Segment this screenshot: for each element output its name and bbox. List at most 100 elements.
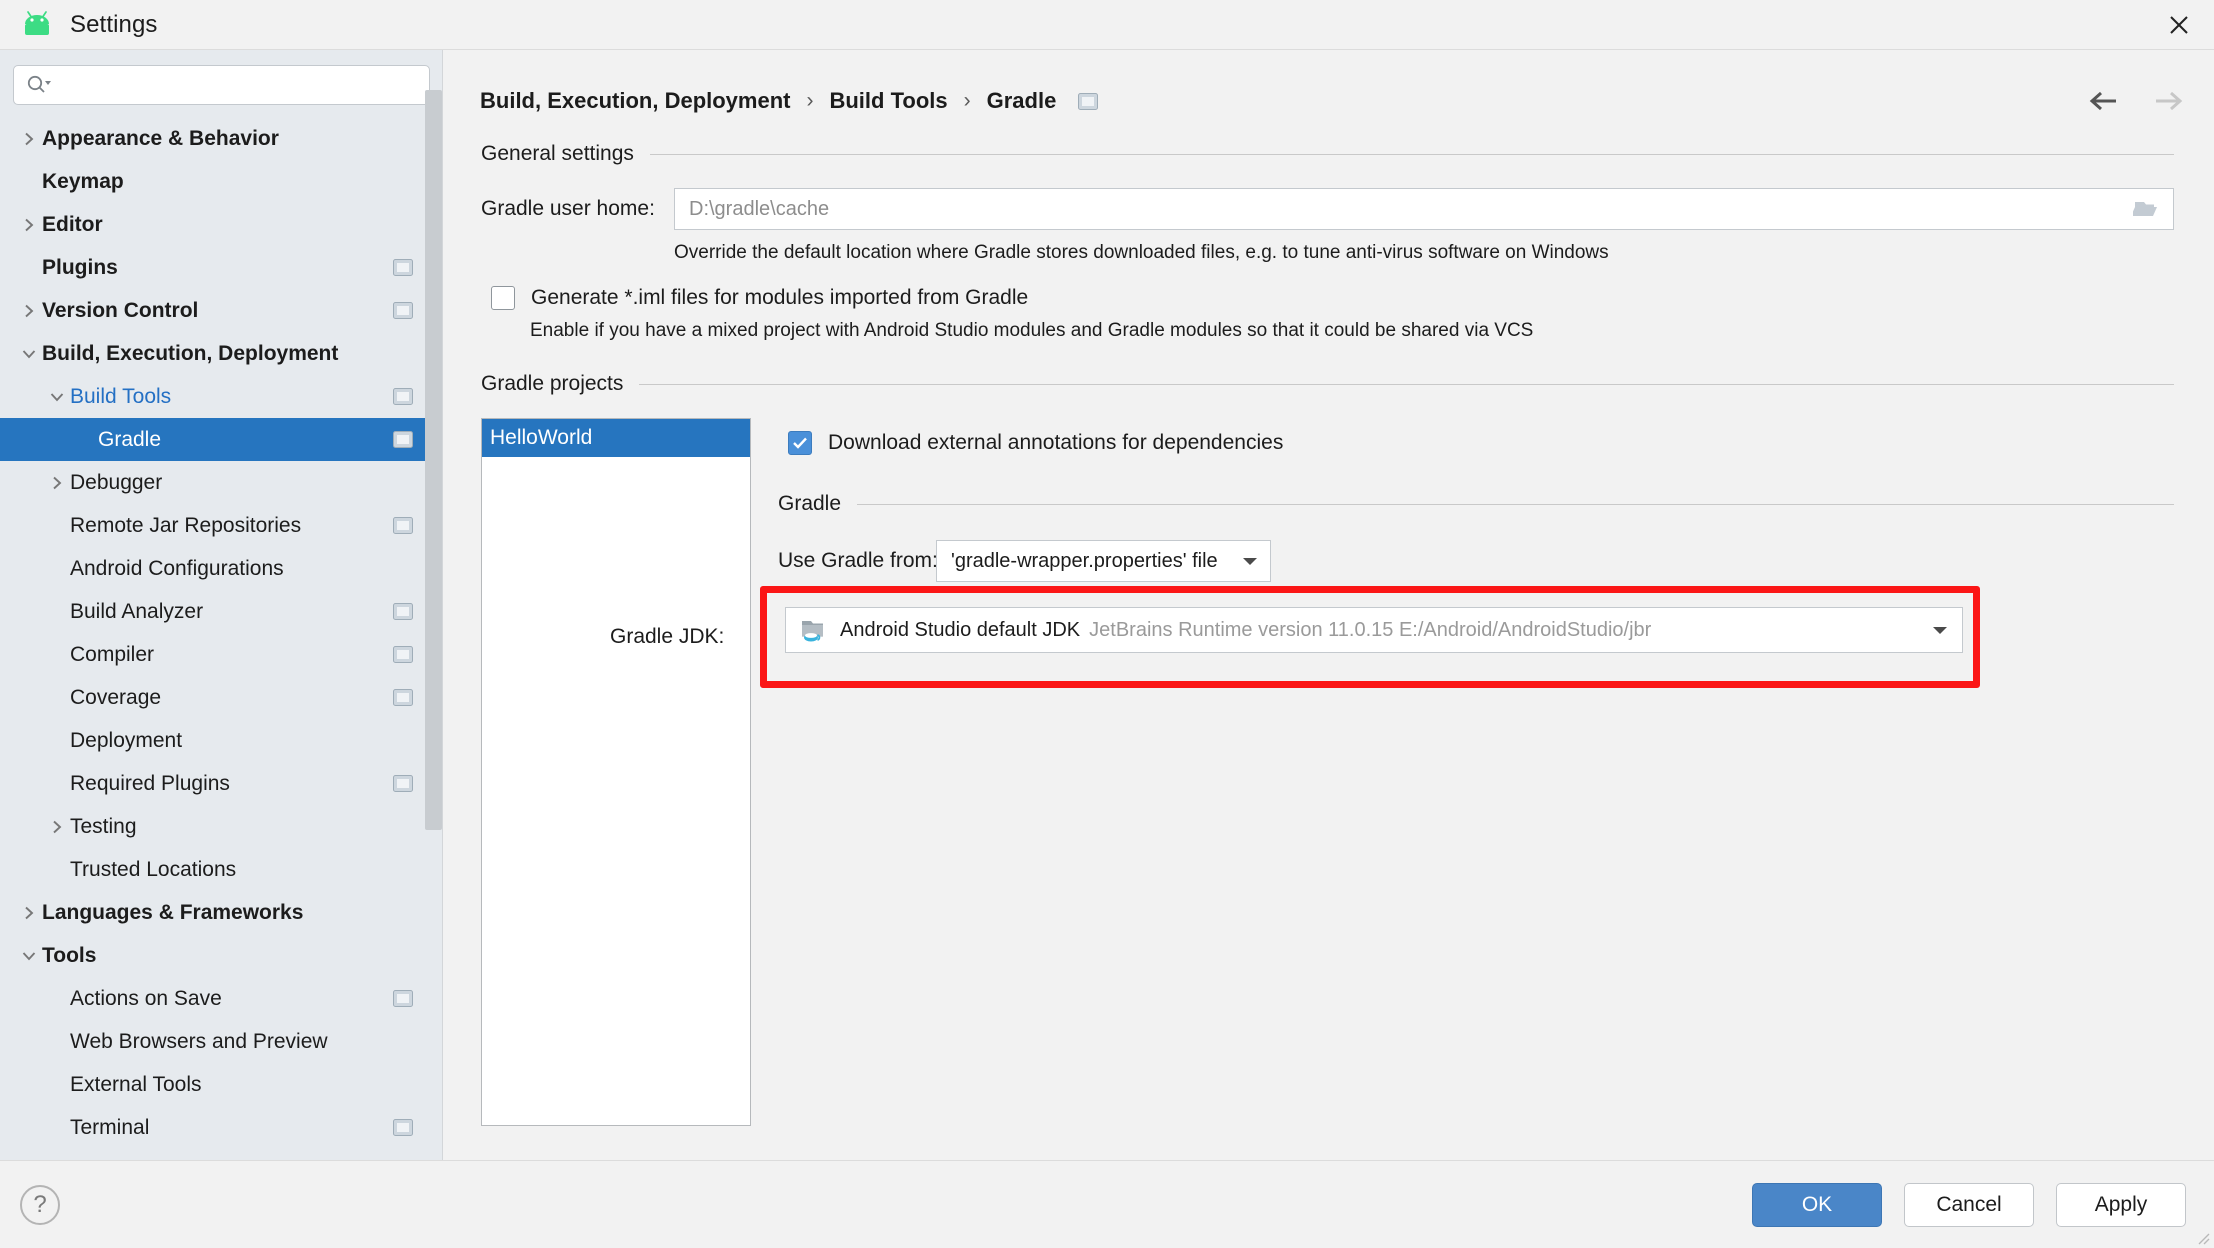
breadcrumb-part-1[interactable]: Build Tools — [829, 88, 947, 114]
search-input[interactable] — [52, 66, 417, 104]
breadcrumb-part-2[interactable]: Gradle — [987, 88, 1057, 114]
search-box[interactable] — [13, 65, 430, 105]
generate-iml-label: Generate *.iml files for modules importe… — [531, 286, 1029, 309]
download-annotations-row[interactable]: Download external annotations for depend… — [778, 431, 2174, 455]
arrow-right-icon[interactable] — [2150, 88, 2184, 114]
breadcrumb-part-0[interactable]: Build, Execution, Deployment — [480, 88, 790, 114]
chevron-right-icon[interactable] — [16, 905, 42, 921]
list-item[interactable]: HelloWorld — [482, 419, 750, 457]
sidebar-item-label: Compiler — [70, 642, 155, 666]
sidebar-item-compiler[interactable]: Compiler — [0, 633, 443, 676]
gradle-projects-group-header: Gradle projects — [481, 372, 2174, 396]
sidebar-item-label: Debugger — [70, 470, 163, 494]
sidebar-item-required-plugins[interactable]: Required Plugins — [0, 762, 443, 805]
android-robot-icon — [20, 8, 54, 42]
sidebar-item-web-browsers-and-preview[interactable]: Web Browsers and Preview — [0, 1020, 443, 1063]
sidebar-item-deployment[interactable]: Deployment — [0, 719, 443, 762]
gradle-subsection-header: Gradle — [778, 492, 2174, 516]
gradle-jdk-dropdown[interactable]: Android Studio default JDK JetBrains Run… — [785, 607, 1963, 653]
chevron-down-icon[interactable] — [16, 948, 42, 964]
sidebar-item-label: Build Tools — [70, 384, 172, 408]
gradle-user-home-placeholder: D:\gradle\cache — [689, 197, 830, 220]
sidebar-item-appearance-behavior[interactable]: Appearance & Behavior — [0, 117, 443, 160]
sidebar-item-remote-jar-repositories[interactable]: Remote Jar Repositories — [0, 504, 443, 547]
sidebar-item-label: Keymap — [42, 169, 124, 193]
gradle-project-detail: Download external annotations for depend… — [610, 418, 2174, 1126]
dialog-footer: ? OK Cancel Apply — [0, 1160, 2214, 1248]
sidebar-scrollbar-thumb[interactable] — [425, 90, 442, 830]
use-gradle-from-row: Use Gradle from: 'gradle-wrapper.propert… — [778, 540, 2174, 582]
sidebar-item-gradle[interactable]: Gradle — [0, 418, 443, 461]
sidebar-item-tools[interactable]: Tools — [0, 934, 443, 977]
sidebar-item-build-analyzer[interactable]: Build Analyzer — [0, 590, 443, 633]
chevron-down-icon[interactable] — [1218, 555, 1260, 567]
sidebar-item-keymap[interactable]: Keymap — [0, 160, 443, 203]
apply-button[interactable]: Apply — [2056, 1182, 2186, 1227]
folder-open-icon[interactable] — [2131, 197, 2161, 221]
group-rule — [639, 383, 2174, 385]
apply-label: Apply — [2094, 1192, 2148, 1216]
sidebar-item-external-tools[interactable]: External Tools — [0, 1063, 443, 1106]
chevron-right-icon[interactable] — [44, 475, 70, 491]
sidebar-item-testing[interactable]: Testing — [0, 805, 443, 848]
use-gradle-from-dropdown[interactable]: 'gradle-wrapper.properties' file — [936, 540, 1271, 582]
sidebar-item-label: Languages & Frameworks — [42, 900, 304, 924]
sidebar-item-android-configurations[interactable]: Android Configurations — [0, 547, 443, 590]
sidebar-item-terminal[interactable]: Terminal — [0, 1106, 443, 1149]
close-icon[interactable] — [2144, 0, 2214, 50]
sidebar-item-languages-frameworks[interactable]: Languages & Frameworks — [0, 891, 443, 934]
download-annotations-label: Download external annotations for depend… — [828, 431, 1284, 454]
chevron-down-icon[interactable] — [1930, 624, 1950, 636]
gradle-user-home-label: Gradle user home: — [481, 197, 655, 220]
gradle-project-list[interactable]: HelloWorld — [481, 418, 751, 1126]
ok-label: OK — [1801, 1192, 1833, 1216]
sidebar-item-label: Actions on Save — [70, 986, 222, 1010]
generate-iml-checkbox[interactable] — [491, 286, 515, 310]
help-button[interactable]: ? — [20, 1184, 60, 1225]
group-rule — [649, 153, 2174, 155]
general-settings-group-header: General settings — [481, 142, 2174, 166]
generate-iml-row[interactable]: Generate *.iml files for modules importe… — [481, 286, 2174, 310]
arrow-left-icon[interactable] — [2088, 88, 2122, 114]
gradle-projects-title: Gradle projects — [481, 372, 624, 395]
breadcrumb: Build, Execution, Deployment › Build Too… — [443, 72, 2214, 130]
sidebar-item-label: Terminal — [70, 1115, 150, 1139]
settings-main-panel: Build, Execution, Deployment › Build Too… — [443, 50, 2214, 1160]
gradle-user-home-hint: Override the default location where Grad… — [674, 242, 1609, 263]
ok-button[interactable]: OK — [1752, 1182, 1882, 1227]
gradle-jdk-highlight-box: Gradle JDK: Android Studio default JDK J… — [610, 586, 1980, 688]
project-settings-badge-icon — [1078, 92, 1099, 110]
sidebar-item-plugins[interactable]: Plugins — [0, 246, 443, 289]
dialog-body: Appearance & Behavior Keymap Editor Plugins… — [0, 50, 2214, 1160]
sidebar-item-label: Deployment — [70, 728, 183, 752]
chevron-down-icon[interactable] — [16, 346, 42, 362]
window-title: Settings — [70, 10, 158, 38]
chevron-right-icon[interactable] — [16, 131, 42, 147]
chevron-right-icon[interactable] — [44, 819, 70, 835]
sidebar-item-trusted-locations[interactable]: Trusted Locations — [0, 848, 443, 891]
cancel-button[interactable]: Cancel — [1904, 1182, 2034, 1227]
sidebar-item-build-tools[interactable]: Build Tools — [0, 375, 443, 418]
sidebar-search-wrap — [0, 50, 443, 105]
sidebar-item-editor[interactable]: Editor — [0, 203, 443, 246]
sidebar-item-label: Build, Execution, Deployment — [42, 341, 339, 365]
chevron-right-icon[interactable] — [16, 303, 42, 319]
sidebar-item-version-control[interactable]: Version Control — [0, 289, 443, 332]
download-annotations-checkbox[interactable] — [788, 431, 812, 455]
project-settings-badge-icon — [393, 517, 413, 534]
sidebar-item-actions-on-save[interactable]: Actions on Save — [0, 977, 443, 1020]
gradle-user-home-input[interactable]: D:\gradle\cache — [674, 188, 2174, 230]
sidebar-item-label: Trusted Locations — [70, 857, 237, 881]
sidebar-scrollbar[interactable] — [425, 90, 442, 830]
chevron-right-icon[interactable] — [16, 217, 42, 233]
resize-grip[interactable] — [2196, 1231, 2210, 1245]
sidebar-item-label: Gradle — [98, 427, 162, 451]
settings-content: General settings Gradle user home: D:\gr… — [443, 130, 2214, 1126]
group-rule — [857, 503, 2174, 505]
sidebar-item-label: Version Control — [42, 298, 199, 322]
sidebar-item-debugger[interactable]: Debugger — [0, 461, 443, 504]
sidebar-item-label: Coverage — [70, 685, 162, 709]
chevron-down-icon[interactable] — [44, 389, 70, 405]
sidebar-item-build-execution-deployment[interactable]: Build, Execution, Deployment — [0, 332, 443, 375]
sidebar-item-coverage[interactable]: Coverage — [0, 676, 443, 719]
